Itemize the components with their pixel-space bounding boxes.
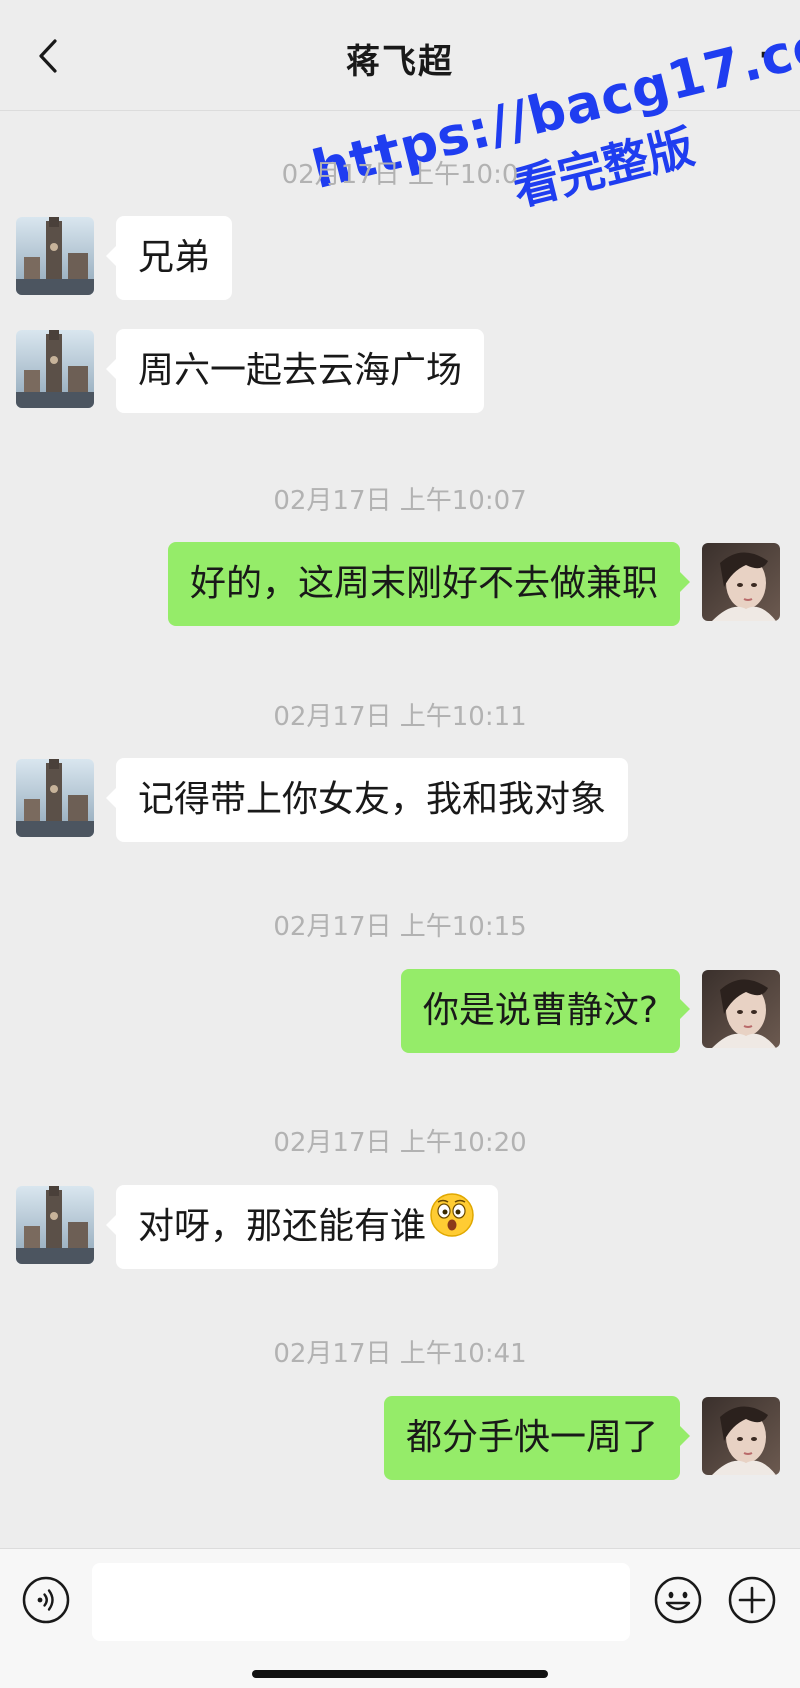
message-bubble[interactable]: 记得带上你女友，我和我对象 bbox=[105, 758, 629, 842]
message-bubble[interactable]: 兄弟 bbox=[105, 216, 233, 300]
message-text: 对呀，那还能有谁 bbox=[138, 1206, 427, 1247]
avatar[interactable] bbox=[16, 1186, 94, 1264]
message-bubble[interactable]: 都分手快一周了 bbox=[383, 1396, 691, 1480]
smiley-icon bbox=[653, 1575, 703, 1629]
message-bubble[interactable]: 周六一起去云海广场 bbox=[105, 329, 485, 413]
voice-button[interactable] bbox=[20, 1576, 72, 1628]
add-button[interactable] bbox=[726, 1576, 778, 1628]
timestamp: 02月17日 上午10:20 bbox=[273, 1128, 527, 1158]
timestamp: 02月17日 上午10:41 bbox=[273, 1339, 527, 1369]
plus-circle-icon bbox=[727, 1575, 777, 1629]
avatar[interactable] bbox=[16, 759, 94, 837]
message-input[interactable] bbox=[92, 1563, 630, 1641]
timestamp: 02月17日 上午10:11 bbox=[273, 702, 527, 732]
avatar[interactable] bbox=[16, 217, 94, 295]
avatar[interactable] bbox=[702, 543, 780, 621]
more-button[interactable]: · bbox=[759, 38, 770, 73]
input-bar bbox=[0, 1548, 800, 1688]
timestamp: 02月17日 上午10:0 bbox=[281, 160, 519, 190]
message-bubble[interactable]: 对呀，那还能有谁 bbox=[105, 1185, 499, 1270]
page-title: 蒋飞超 bbox=[346, 42, 454, 82]
message-bubble[interactable]: 好的，这周末刚好不去做兼职 bbox=[167, 542, 691, 626]
message-bubble[interactable]: 你是说曹静汶? bbox=[400, 969, 691, 1053]
astonished-face-icon bbox=[428, 1186, 476, 1270]
avatar[interactable] bbox=[702, 970, 780, 1048]
home-indicator[interactable] bbox=[252, 1670, 548, 1678]
timestamp: 02月17日 上午10:07 bbox=[273, 486, 527, 516]
avatar[interactable] bbox=[16, 330, 94, 408]
emoji-button[interactable] bbox=[652, 1576, 704, 1628]
voice-icon bbox=[21, 1575, 71, 1629]
chat-header: 蒋飞超 · bbox=[0, 0, 800, 111]
timestamp: 02月17日 上午10:15 bbox=[273, 912, 527, 942]
avatar[interactable] bbox=[702, 1397, 780, 1475]
